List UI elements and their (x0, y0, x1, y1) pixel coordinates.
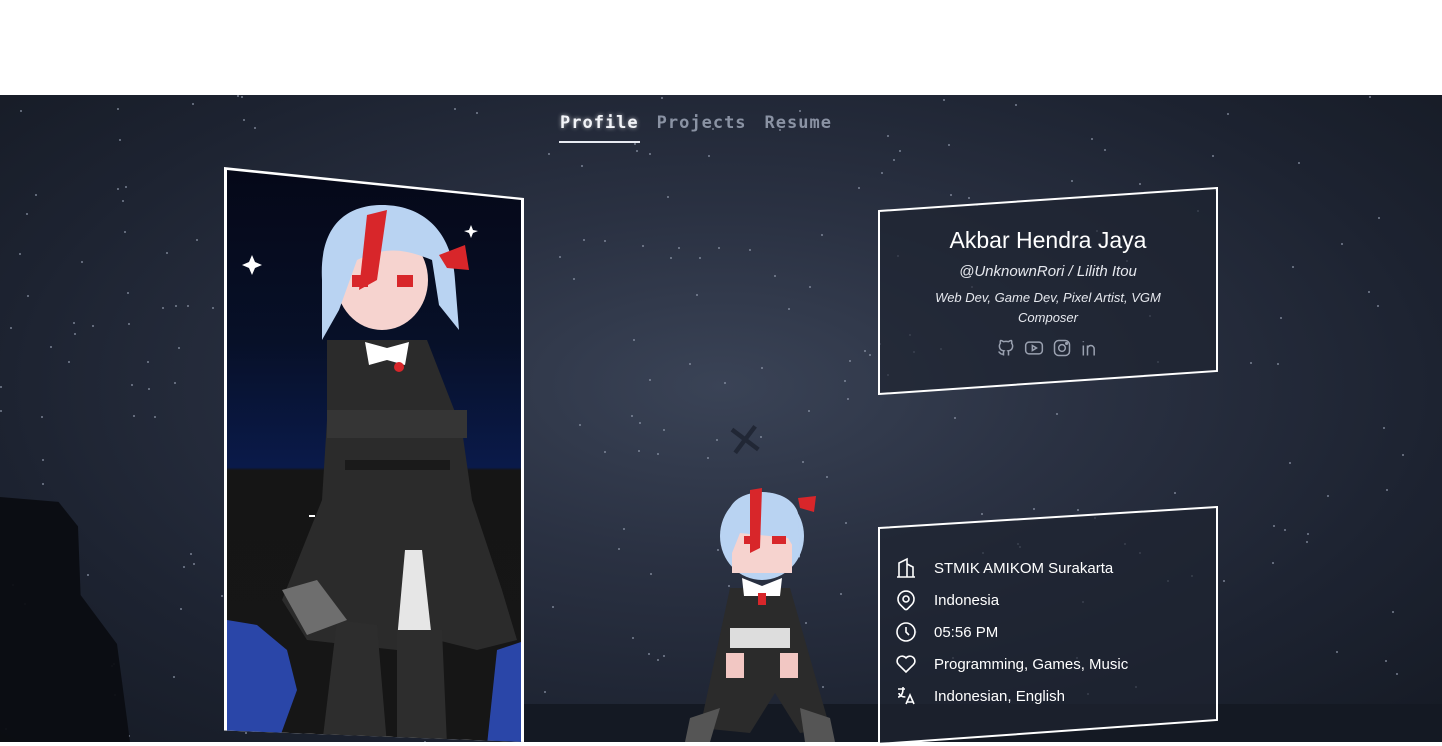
top-white-bar (0, 0, 1442, 95)
instagram-icon[interactable] (1052, 337, 1072, 359)
info-row-interests: Programming, Games, Music (894, 648, 1128, 680)
info-row-school: STMIK AMIKOM Surakarta (894, 552, 1128, 584)
info-row-languages: Indonesian, English (894, 680, 1128, 712)
map-pin-icon (897, 590, 915, 611)
github-icon[interactable] (996, 337, 1016, 359)
profile-card: Akbar Hendra Jaya @UnknownRori / Lilith … (878, 187, 1218, 395)
heart-icon (896, 655, 916, 674)
info-row-location: Indonesia (894, 584, 1128, 616)
main-nav: Profile Projects Resume (559, 113, 849, 143)
portrait-background (227, 170, 521, 742)
info-interests: Programming, Games, Music (934, 655, 1129, 673)
info-card: STMIK AMIKOM Surakarta Indonesia 05:56 P… (878, 506, 1218, 746)
info-location: Indonesia (934, 591, 1000, 609)
portrait-frame (224, 167, 524, 742)
profile-name: Akbar Hendra Jaya (949, 227, 1147, 253)
chibi-character-sprite (685, 488, 835, 742)
tab-resume[interactable]: Resume (764, 113, 833, 143)
clock-icon (896, 622, 916, 642)
info-languages: Indonesian, English (934, 687, 1065, 705)
character-portrait-image (227, 205, 521, 742)
profile-handle: @UnknownRori / Lilith Itou (959, 263, 1137, 280)
profile-roles: Web Dev, Game Dev, Pixel Artist, VGM Com… (935, 290, 1161, 325)
info-list: STMIK AMIKOM Surakarta Indonesia 05:56 P… (894, 552, 1128, 712)
building-icon (897, 557, 915, 578)
youtube-icon[interactable] (1024, 337, 1044, 359)
info-row-time: 05:56 PM (894, 616, 1128, 648)
info-school: STMIK AMIKOM Surakarta (934, 559, 1114, 577)
linkedin-icon[interactable] (1080, 337, 1100, 359)
social-links (996, 337, 1100, 359)
tab-projects[interactable]: Projects (656, 113, 748, 143)
info-time: 05:56 PM (934, 623, 999, 641)
tab-profile[interactable]: Profile (559, 113, 640, 143)
language-icon (897, 687, 915, 705)
